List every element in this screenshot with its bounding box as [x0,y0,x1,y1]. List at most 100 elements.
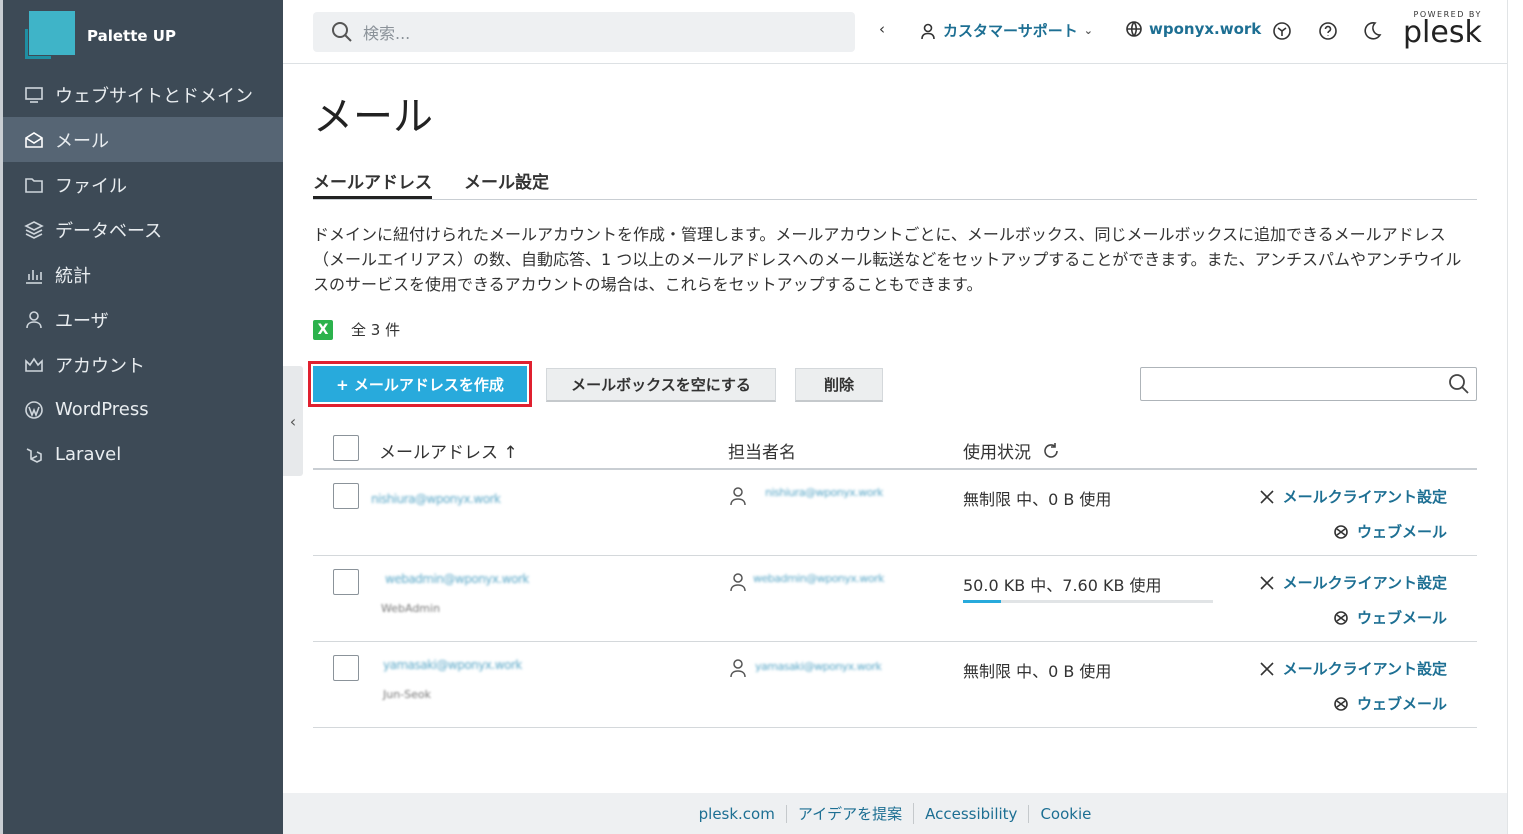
top-header: 検索... ‹ カスタマーサポート ⌄ wponyx.work POWERED … [283,0,1507,64]
sidebar-item-label: アカウント [55,355,145,377]
sidebar-item-label: Laravel [55,444,122,465]
footer: plesk.com アイデアを提案 Accessibility Cookie [283,793,1507,834]
webmail-icon [1334,524,1348,539]
help-icon[interactable] [1317,20,1339,42]
sidebar-item-laravel[interactable]: Laravel [3,432,283,477]
email-address-link[interactable]: nishiura@wponyx.work [371,492,501,506]
sidebar-item-label: メール [55,130,109,152]
column-usage[interactable]: 使用状況 [963,438,1061,463]
folder-icon [23,174,45,196]
page-title: メール [313,94,433,140]
chevron-left-icon: ‹ [289,411,297,431]
sidebar-item-label: ウェブサイトとドメイン [55,85,253,107]
page-scrollbar[interactable] [1507,0,1523,834]
user-icon [729,658,747,678]
plesk-wordmark: plesk [1403,15,1482,50]
email-address-link[interactable]: yamasaki@wponyx.work [383,658,522,672]
email-address-link[interactable]: webadmin@wponyx.work [385,572,529,586]
sidebar-collapse-button[interactable]: ‹ [283,366,303,476]
owner-name: webadmin@wponyx.work [753,572,885,585]
plesk-logo: POWERED BY plesk [1403,10,1482,50]
tools-icon [1260,489,1274,504]
wordpress-icon [23,399,45,421]
sidebar-item-account[interactable]: アカウント [3,342,283,387]
webmail-label: ウェブメール [1356,695,1447,713]
sidebar-item-wordpress[interactable]: WordPress [3,387,283,432]
support-label: カスタマーサポート [943,22,1078,40]
email-table: メールアドレス ↑ 担当者名 使用状況 nishiura@wponyx.work… [313,428,1477,728]
webmail-link[interactable]: ウェブメール [1333,521,1447,542]
delete-button[interactable]: 削除 [795,368,883,402]
webmail-label: ウェブメール [1356,523,1447,541]
sidebar-item-users[interactable]: ユーザ [3,297,283,342]
sidebar-item-mail[interactable]: メール [3,117,283,162]
row-checkbox[interactable] [333,569,359,595]
owner-name: yamasaki@wponyx.work [755,660,882,673]
laravel-icon [23,444,45,466]
webmail-link[interactable]: ウェブメール [1333,607,1447,628]
crown-icon [23,354,45,376]
mail-client-settings-link[interactable]: メールクライアント設定 [1259,572,1447,593]
footer-link-accessibility[interactable]: Accessibility [914,804,1030,823]
tab-bar: メールアドレス メール設定 [313,168,1477,200]
globe-icon [1126,21,1142,37]
moon-icon[interactable] [1361,20,1383,42]
brand-name: Palette UP [87,27,176,45]
sidebar-item-websites[interactable]: ウェブサイトとドメイン [3,72,283,117]
chart-icon [23,264,45,286]
footer-link-cookie[interactable]: Cookie [1029,805,1102,823]
toolbar: + メールアドレスを作成 メールボックスを空にする 削除 [308,361,1477,407]
tools-icon [1260,661,1274,676]
database-icon [23,219,45,241]
domain-label: wponyx.work [1149,20,1262,38]
mail-client-settings-link[interactable]: メールクライアント設定 [1259,486,1447,507]
webmail-link[interactable]: ウェブメール [1333,693,1447,714]
usage-text: 50.0 KB 中、7.60 KB 使用 [963,576,1162,595]
item-count: X 全 3 件 [313,319,1477,340]
usage-progress-bar [963,600,1213,603]
sidebar-item-label: WordPress [55,399,149,420]
sidebar-item-databases[interactable]: データベース [3,207,283,252]
tools-icon [1260,575,1274,590]
domain-link[interactable]: wponyx.work [1125,20,1261,38]
brand[interactable]: Palette UP [3,0,283,72]
mail-client-settings-label: メールクライアント設定 [1282,488,1447,506]
extension-icon[interactable] [1271,20,1293,42]
main-content: メール メールアドレス メール設定 ドメインに紐付けられたメールアカウントを作成… [308,64,1477,728]
table-row: yamasaki@wponyx.work Jun-Seok yamasaki@w… [313,642,1477,728]
tab-email-addresses[interactable]: メールアドレス [313,168,432,199]
support-menu[interactable]: カスタマーサポート ⌄ [919,20,1093,41]
column-owner[interactable]: 担当者名 [728,438,796,463]
empty-mailbox-button[interactable]: メールボックスを空にする [546,368,776,402]
usage-text: 無制限 中、0 B 使用 [963,662,1112,681]
webmail-icon [1334,696,1348,711]
refresh-icon[interactable] [1041,441,1061,461]
mail-client-settings-link[interactable]: メールクライアント設定 [1259,658,1447,679]
table-search-input[interactable] [1140,367,1477,401]
column-email[interactable]: メールアドレス ↑ [379,438,518,463]
row-checkbox[interactable] [333,655,359,681]
back-chevron-icon[interactable]: ‹ [879,20,885,38]
usage-header-label: 使用状況 [963,443,1031,463]
create-email-button[interactable]: + メールアドレスを作成 [308,361,532,407]
monitor-icon [23,84,45,106]
mail-icon [23,129,45,151]
table-row: nishiura@wponyx.work nishiura@wponyx.wor… [313,470,1477,556]
usage-text: 無制限 中、0 B 使用 [963,490,1112,509]
tab-mail-settings[interactable]: メール設定 [464,168,549,199]
sidebar-item-label: データベース [55,220,163,242]
sidebar-item-files[interactable]: ファイル [3,162,283,207]
global-search-input[interactable]: 検索... [313,12,855,52]
sidebar-item-stats[interactable]: 統計 [3,252,283,297]
sidebar-item-label: ユーザ [55,310,109,332]
footer-link-plesk[interactable]: plesk.com [688,804,787,823]
row-checkbox[interactable] [333,483,359,509]
webmail-icon [1334,610,1348,625]
select-all-checkbox[interactable] [333,435,359,461]
sidebar-item-label: ファイル [55,175,127,197]
footer-link-idea[interactable]: アイデアを提案 [787,803,915,824]
email-display-name: WebAdmin [381,602,441,615]
excel-export-icon[interactable]: X [313,319,333,340]
webmail-label: ウェブメール [1356,609,1447,627]
sidebar-item-label: 統計 [55,265,91,287]
